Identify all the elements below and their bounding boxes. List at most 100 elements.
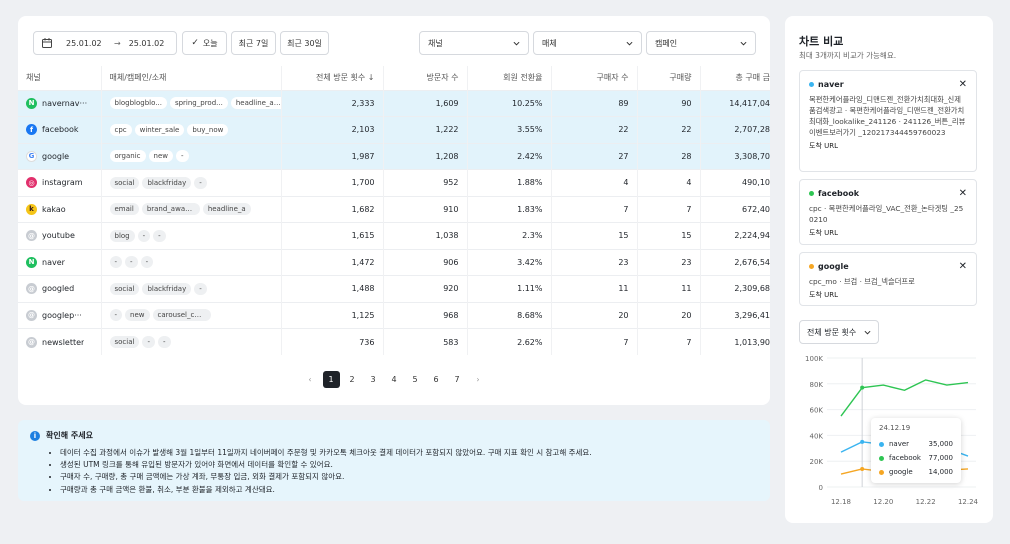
tag-chip: - (109, 256, 123, 269)
today-label: 오늘 (202, 38, 218, 48)
page-button[interactable]: 5 (407, 371, 424, 388)
rate-cell: 8.68% (466, 301, 551, 329)
panel-title: 차트 비교 (799, 35, 844, 48)
tag-chip: - (194, 282, 207, 295)
table-row[interactable]: @googlep···-newcarousel_content1,1259688… (18, 301, 770, 329)
calendar-icon (42, 38, 52, 48)
qty-cell: 11 (636, 275, 700, 302)
visits-cell: 1,472 (280, 248, 383, 276)
date-range-picker[interactable]: 25.01.02 → 25.01.02 (33, 31, 177, 55)
tags-cell: organic new - (100, 142, 281, 170)
table-row[interactable]: ◎ instagram social blackfriday -1,700 952 1.88… (18, 169, 770, 196)
table-row[interactable]: @ youtube blog - -1,615 1,038 2.3% 15 15 2,224,94 (18, 222, 770, 249)
chevron-down-icon (626, 41, 633, 46)
naver-icon: N (26, 256, 37, 268)
chart-compare-panel: 차트 비교 최대 3개까지 비교가 가능해요. naver ✕ 목편한케어플라잉_… (785, 16, 993, 523)
medium-select[interactable]: 매체 (533, 31, 642, 55)
card-name: google (818, 262, 849, 271)
visits-cell: 2,103 (280, 116, 383, 143)
buyers-cell: 23 (550, 248, 637, 276)
buyers-cell: 4 (550, 169, 637, 196)
date-from[interactable]: 25.01.02 (66, 39, 106, 48)
close-icon[interactable]: ✕ (959, 79, 967, 90)
visits-cell: 1,488 (280, 275, 383, 302)
compare-card-facebook: facebook ✕ cpc · 목편한케어플라잉_VAC_전환_논타겟팅 _25… (799, 179, 977, 245)
tag-chip: organic (109, 150, 146, 163)
qty-cell: 90 (636, 89, 700, 117)
table-row[interactable]: Nnaver - - -1,472 906 3.42% 23 23 2,676,54 (18, 248, 770, 276)
campaign-select[interactable]: 캠페인 (646, 31, 756, 55)
table-row[interactable]: @ newsletter social - -736 583 2.62% 7 7 1,013,90 (18, 328, 770, 355)
tag-chip: - (109, 309, 123, 322)
table-row[interactable]: f facebook cpc winter_sale buy_now 2,103 1,222… (18, 116, 770, 143)
tag-chip: - (137, 229, 151, 242)
visits-cell: 1,682 (280, 195, 383, 223)
y-tick-label: 40K (810, 432, 824, 440)
card-url-link[interactable]: 도착 URL (809, 141, 967, 151)
data-table: 채널 매체/캠페인/소재 전체 방문 횟수 ↓ 방문자 수 회원 전환율 구매자 수 구매량… (18, 66, 770, 355)
instagram-icon: ◎ (26, 177, 37, 189)
tag-chip: headline_a (202, 203, 251, 216)
channel-cell: Ggoogle (18, 142, 101, 170)
channel-select[interactable]: 채널 (419, 31, 529, 55)
last-30-days-button[interactable]: 최근 30일 (280, 31, 329, 55)
table-row[interactable]: @ googled social blackfriday -1,488 920 1.11% 1… (18, 275, 770, 302)
channel-cell: @ newsletter (18, 328, 101, 355)
facebook-icon: f (26, 124, 37, 136)
close-icon[interactable]: ✕ (959, 261, 967, 272)
series-color-dot (809, 264, 814, 269)
info-icon: i (30, 430, 40, 441)
rate-cell: 2.42% (466, 142, 551, 170)
qty-cell: 28 (636, 142, 700, 170)
tooltip-series-name: facebook (889, 454, 921, 462)
series-color-dot (809, 82, 814, 87)
page-button[interactable]: 4 (386, 371, 403, 388)
channel-name: instagram (42, 178, 83, 188)
tag-chip: social (109, 282, 140, 295)
tag-chip: - (125, 256, 138, 269)
rate-cell: 1.11% (466, 275, 551, 302)
generic-icon: @ (26, 336, 37, 348)
table-row[interactable]: Ggoogle organic new -1,987 1,208 2.42% 27 28 3,3… (18, 142, 770, 170)
tag-chip: blackfriday (142, 176, 192, 189)
metric-select[interactable]: 전체 방문 횟수 (799, 320, 879, 344)
rate-cell: 2.3% (466, 222, 551, 249)
qty-cell: 15 (636, 222, 700, 249)
visitors-cell: 583 (382, 328, 467, 355)
column-header: 매체/캠페인/소재 (100, 66, 281, 90)
tag-chip: - (158, 336, 171, 348)
close-icon[interactable]: ✕ (959, 188, 967, 199)
channel-cell: Nnavernav··· (18, 89, 101, 117)
last-7-days-button[interactable]: 최근 7일 (231, 31, 276, 55)
page-button[interactable]: 7 (449, 371, 466, 388)
page-button[interactable]: 1 (322, 371, 340, 388)
column-header[interactable]: 전체 방문 횟수 ↓ (280, 66, 383, 90)
table-row[interactable]: kkakaoemailbrand_awarenessheadline_a1,68… (18, 195, 770, 223)
qty-cell: 4 (636, 169, 700, 196)
y-tick-label: 0 (819, 484, 823, 492)
page-button[interactable]: 6 (428, 371, 445, 388)
next-page-icon[interactable]: › (470, 371, 487, 388)
column-header: 회원 전환율 (466, 66, 551, 90)
date-to[interactable]: 25.01.02 (129, 39, 169, 48)
today-button[interactable]: ✓ 오늘 (182, 31, 227, 55)
tag-chip: new (148, 150, 173, 163)
prev-page-icon[interactable]: ‹ (302, 371, 319, 388)
series-line-facebook (840, 379, 969, 417)
tooltip-value: 77,000 (928, 454, 954, 462)
visits-cell: 1,987 (280, 142, 383, 170)
card-description: 목편한케어플라잉_디맨드젠_전환가치최대화_신제품검색광고 · 목편한케어플라잉… (809, 95, 966, 137)
channel-cell: f facebook (18, 116, 101, 143)
page-button[interactable]: 2 (344, 371, 361, 388)
card-url-link[interactable]: 도착 URL (809, 290, 967, 300)
tooltip-row: facebook 77,000 (879, 451, 953, 465)
page-button[interactable]: 3 (365, 371, 382, 388)
amount-cell: 672,40 (699, 195, 770, 223)
visits-cell: 1,700 (280, 169, 383, 196)
card-url-link[interactable]: 도착 URL (809, 228, 967, 238)
table-row[interactable]: Nnavernav··· blogblogblo... spring_prod...… (18, 89, 770, 117)
pagination: ‹ 1 2 3 4 5 6 7 › (18, 371, 770, 388)
panel-subtitle: 최대 3개까지 비교가 가능해요. (799, 51, 897, 60)
buyers-cell: 11 (550, 275, 637, 302)
channel-cell: @ googled (18, 275, 101, 302)
